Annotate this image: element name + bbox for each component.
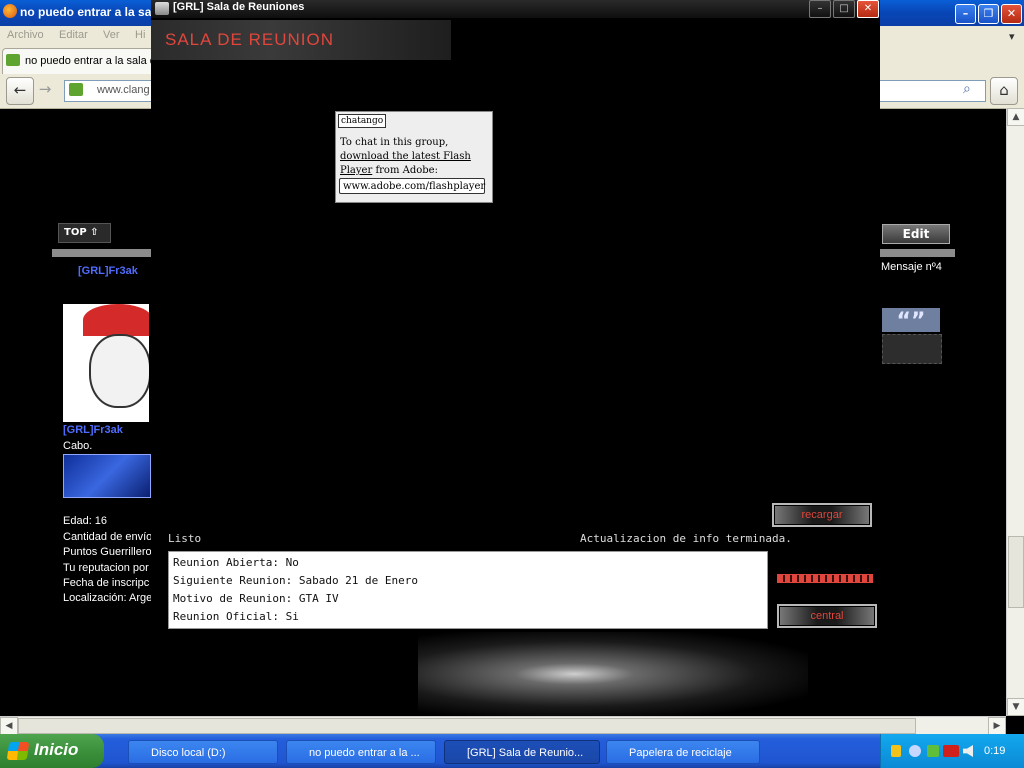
task-sala-reuniones[interactable]: [GRL] Sala de Reunio... <box>444 740 600 764</box>
scroll-thumb[interactable] <box>1008 536 1024 608</box>
url-text: www.clang <box>97 84 150 96</box>
search-icon[interactable]: ⌕ <box>963 81 971 97</box>
central-button[interactable]: central <box>777 604 877 628</box>
quote-icon[interactable]: “” <box>882 308 940 334</box>
profile-location: Localización: Arge <box>63 592 153 604</box>
profile-points: Puntos Guerrillero <box>63 546 152 558</box>
reload-button[interactable]: recargar <box>772 503 872 527</box>
chatango-logo: chatango <box>338 114 387 128</box>
firefox-icon <box>3 4 17 18</box>
menu-ver[interactable]: Ver <box>103 29 120 41</box>
face-icon <box>89 334 149 408</box>
clock: 0:19 <box>984 745 1006 757</box>
volume-icon[interactable] <box>963 745 973 757</box>
horizontal-scrollbar[interactable]: ◀ ▶ <box>0 716 1006 735</box>
profile-age: Edad: 16 <box>63 515 108 527</box>
banner-title: SALA DE REUNION <box>165 30 334 49</box>
top-label: TOP <box>64 227 87 238</box>
scroll-right-icon[interactable]: ▶ <box>988 717 1006 735</box>
status-left: Listo <box>168 532 202 545</box>
back-icon[interactable]: ← <box>6 77 34 105</box>
rank-image <box>63 454 151 498</box>
scroll-down-icon[interactable]: ▼ <box>1007 698 1024 716</box>
info-open: Reunion Abierta: No <box>173 556 299 569</box>
site-icon <box>69 83 83 96</box>
close-icon[interactable]: ✕ <box>857 0 879 18</box>
list-tabs-icon[interactable]: ▾ <box>1009 30 1015 43</box>
task-firefox[interactable]: no puedo entrar a la ... <box>286 740 436 764</box>
home-icon[interactable]: ⌂ <box>990 77 1018 105</box>
info-reason: Motivo de Reunion: GTA IV <box>173 592 339 605</box>
top-button[interactable]: TOP ⇧ <box>58 223 111 243</box>
maximize-icon[interactable]: □ <box>833 0 855 18</box>
minimize-icon[interactable]: – <box>809 0 831 18</box>
scroll-up-icon[interactable]: ▲ <box>1007 108 1024 126</box>
app-tray-icon[interactable] <box>927 745 939 757</box>
close-icon[interactable]: ✕ <box>1001 4 1022 24</box>
forward-icon[interactable]: → <box>32 77 58 103</box>
menu-historial[interactable]: Hi <box>135 29 145 41</box>
task-label: [GRL] Sala de Reunio... <box>467 747 584 759</box>
profile-reputation: Tu reputacion por <box>63 562 149 574</box>
task-label: Papelera de reciclaje <box>629 747 732 759</box>
ati-icon[interactable] <box>943 745 959 757</box>
status-right: Actualizacion de info terminada. <box>580 532 792 545</box>
windows-logo-icon <box>6 742 30 760</box>
profile-posts: Cantidad de envío <box>63 531 153 543</box>
flash-line1: To chat in this group, <box>340 137 449 148</box>
santa-hat-icon <box>83 304 149 336</box>
chat-window-title: [GRL] Sala de Reuniones <box>173 1 305 13</box>
user-rank: Cabo. <box>63 440 93 452</box>
quote-panel <box>882 334 942 364</box>
menu-editar[interactable]: Editar <box>59 29 88 41</box>
meeting-info-panel: Reunion Abierta: No Siguiente Reunion: S… <box>168 551 768 629</box>
task-label: Disco local (D:) <box>151 747 226 759</box>
start-label: Inicio <box>34 740 79 759</box>
edit-button[interactable]: Edit <box>882 224 950 244</box>
post-username[interactable]: [GRL]Fr3ak <box>78 265 138 277</box>
chat-window-title-bar: [GRL] Sala de Reuniones – □ ✕ <box>151 0 880 18</box>
banner: SALA DE REUNION <box>151 20 451 60</box>
scroll-left-icon[interactable]: ◀ <box>0 717 18 735</box>
info-next: Siguiente Reunion: Sabado 21 de Enero <box>173 574 419 587</box>
tab-favicon-icon <box>6 54 20 66</box>
network-icon[interactable] <box>909 745 921 757</box>
shield-icon[interactable] <box>891 745 901 757</box>
gun-image <box>418 632 808 716</box>
progress-bar <box>777 574 873 583</box>
restore-icon[interactable]: ❐ <box>978 4 999 24</box>
flash-message: To chat in this group, download the late… <box>340 136 490 178</box>
task-label: no puedo entrar a la ... <box>309 747 420 759</box>
avatar <box>63 304 149 422</box>
flash-url-box[interactable]: www.adobe.com/flashplayer <box>339 178 485 194</box>
browser-title: no puedo entrar a la sa <box>20 5 152 19</box>
user-rank-name[interactable]: [GRL]Fr3ak <box>63 424 123 436</box>
flash-line2: from Adobe: <box>375 165 438 176</box>
minimize-icon[interactable]: – <box>955 4 976 24</box>
hscroll-thumb[interactable] <box>18 718 916 734</box>
info-official: Reunion Oficial: Si <box>173 610 299 623</box>
task-disco-local[interactable]: Disco local (D:) <box>128 740 278 764</box>
task-papelera[interactable]: Papelera de reciclaje <box>606 740 760 764</box>
flash-placeholder: chatango To chat in this group, download… <box>335 111 493 203</box>
profile-joined: Fecha de inscripc <box>63 577 150 589</box>
message-number: Mensaje nº4 <box>881 261 942 273</box>
chat-window: [GRL] Sala de Reuniones – □ ✕ SALA DE RE… <box>151 0 880 632</box>
tab-label: no puedo entrar a la sala d <box>25 55 156 67</box>
start-button[interactable]: Inicio <box>0 734 104 768</box>
vertical-scrollbar[interactable]: ▲ ▼ <box>1006 108 1024 716</box>
app-icon <box>155 2 169 15</box>
menu-archivo[interactable]: Archivo <box>7 29 44 41</box>
